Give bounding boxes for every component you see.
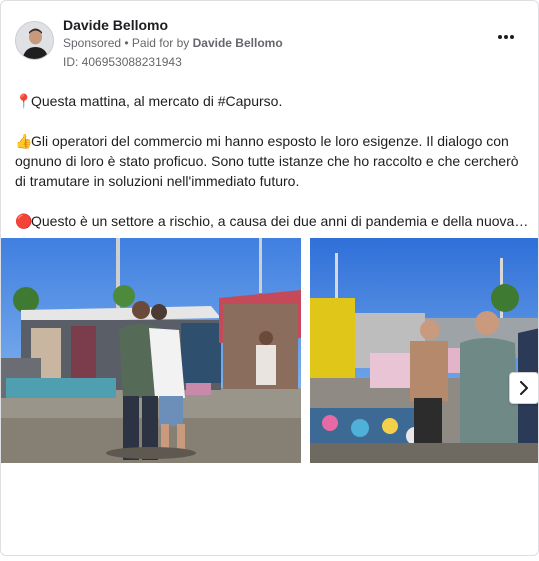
more-options-icon[interactable] bbox=[494, 29, 518, 45]
text-line: ognuno di loro è stato proficuo. Sono tu… bbox=[15, 153, 519, 169]
sponsored-label: Sponsored bbox=[63, 36, 122, 50]
carousel-image-1[interactable] bbox=[1, 238, 301, 463]
paid-for-by-name: Davide Bellomo bbox=[192, 36, 283, 50]
ad-meta: Sponsored • Paid for by Davide Bellomo bbox=[63, 36, 283, 50]
paragraph-dialogue: 👍Gli operatori del commercio mi hanno es… bbox=[15, 131, 527, 191]
pushpin-emoji: 📍 bbox=[15, 93, 33, 109]
carousel-next-button[interactable] bbox=[509, 372, 538, 404]
advertiser-avatar[interactable] bbox=[15, 21, 54, 60]
chevron-right-icon bbox=[520, 381, 528, 395]
market-handshake-photo bbox=[310, 238, 538, 463]
image-carousel bbox=[1, 238, 538, 463]
text-line: di tramutare in soluzioni nell'immediato… bbox=[15, 173, 300, 189]
meta-separator: • bbox=[121, 36, 132, 50]
paragraph-risk: 🔴Questo è un settore a rischio, a causa … bbox=[15, 211, 527, 231]
ad-header: Davide Bellomo Sponsored • Paid for by D… bbox=[15, 15, 524, 75]
market-hug-photo bbox=[1, 238, 301, 463]
text-line: 📍Questa mattina, al mercato di #Capurso. bbox=[15, 93, 283, 109]
paragraph-location: 📍Questa mattina, al mercato di #Capurso. bbox=[15, 91, 527, 111]
ad-body-text: 📍Questa mattina, al mercato di #Capurso.… bbox=[15, 91, 527, 231]
text-line: 👍Gli operatori del commercio mi hanno es… bbox=[15, 133, 509, 149]
avatar-image bbox=[16, 22, 53, 59]
paid-for-by-label: Paid for by bbox=[131, 36, 193, 50]
text-line: 🔴Questo è un settore a rischio, a causa … bbox=[15, 213, 527, 229]
advertiser-name[interactable]: Davide Bellomo bbox=[63, 17, 168, 33]
thumbs-up-emoji: 👍 bbox=[15, 133, 33, 149]
ad-id: ID: 406953088231943 bbox=[63, 55, 182, 69]
ad-card: Davide Bellomo Sponsored • Paid for by D… bbox=[0, 0, 539, 556]
red-circle-emoji: 🔴 bbox=[15, 213, 33, 229]
carousel-image-2[interactable] bbox=[310, 238, 538, 463]
